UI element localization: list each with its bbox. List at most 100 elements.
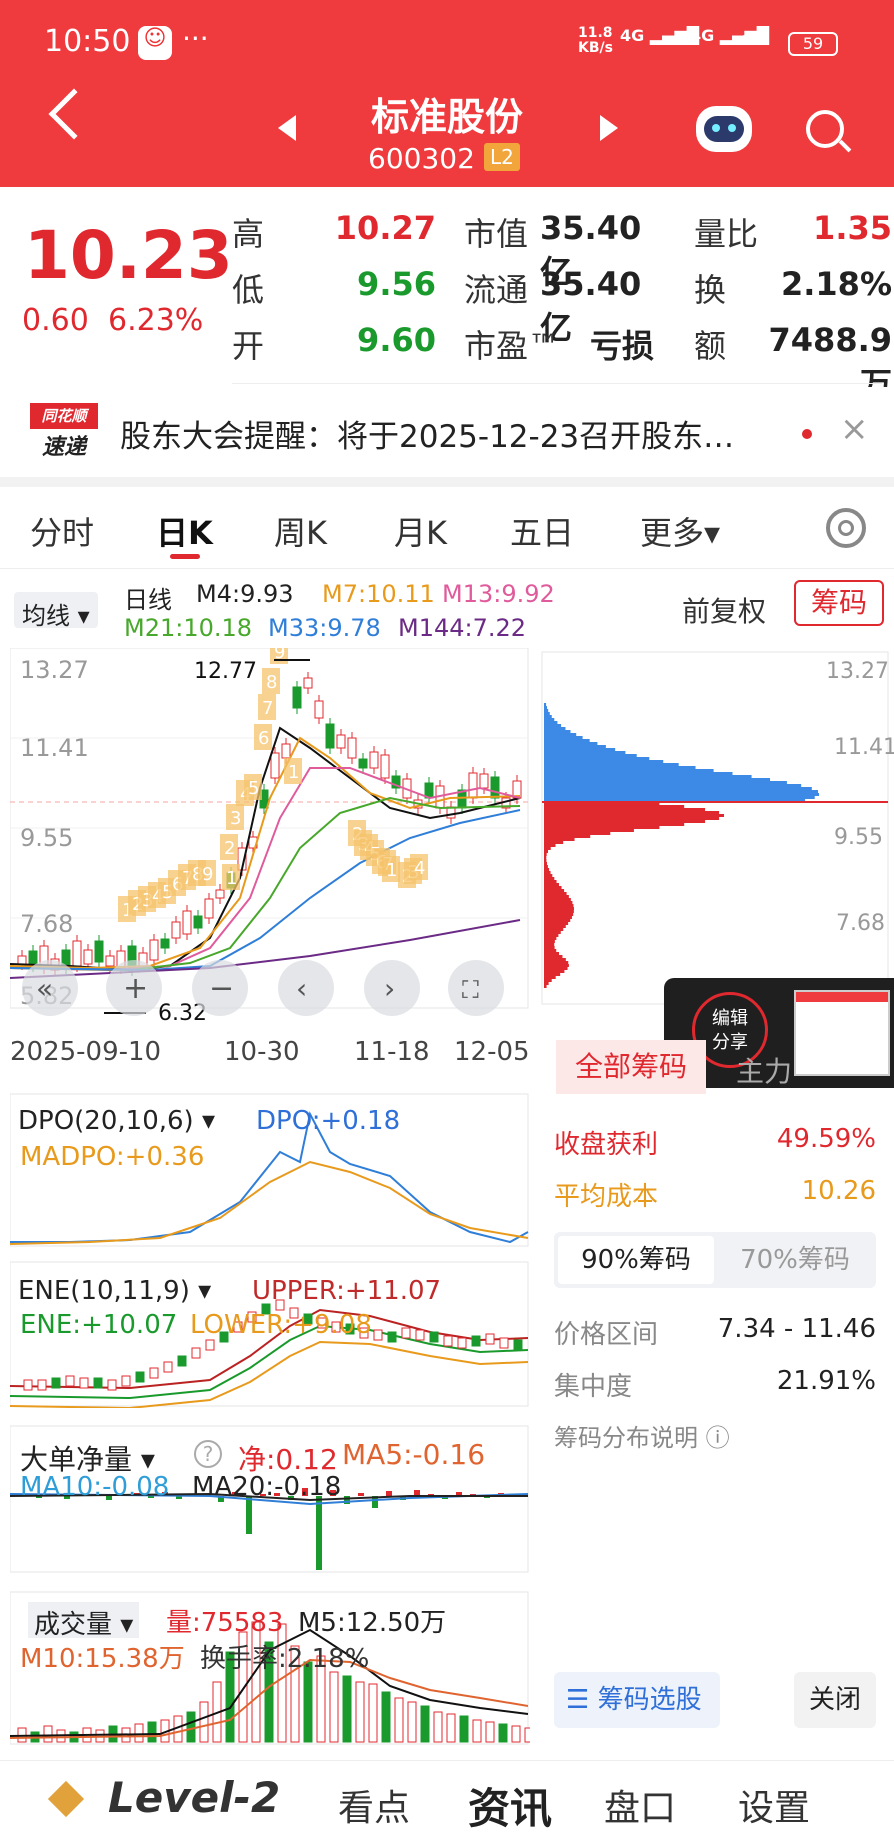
big-order-bar xyxy=(386,1491,392,1496)
chip-bar xyxy=(544,766,696,769)
status-dots: ··· xyxy=(182,22,209,55)
tab-main-force[interactable]: 主力 xyxy=(736,1050,792,1090)
back-arrow-icon[interactable] xyxy=(48,88,100,140)
kline-chart[interactable]: 12345678912345678912345671234 12.77 6.32… xyxy=(10,648,530,1068)
settings-icon[interactable] xyxy=(826,508,866,548)
td-count-label: 2 xyxy=(224,838,235,859)
chip-bar xyxy=(544,739,590,742)
ene-candle xyxy=(191,1347,201,1359)
ene-indicator-name[interactable]: ENE(10,11,9) ▾ xyxy=(18,1276,211,1306)
candle xyxy=(369,751,379,769)
next-stock-icon[interactable] xyxy=(600,115,618,141)
value-pe: 亏损 xyxy=(590,327,655,365)
volume-indicator-name[interactable]: 成交量 ▾ xyxy=(28,1602,140,1640)
nav-settings[interactable]: 设置 xyxy=(738,1779,810,1831)
tab-more[interactable]: 更多▾ xyxy=(640,508,720,554)
chip-bar xyxy=(544,796,815,799)
ene-candle xyxy=(415,1329,425,1341)
ene-candle xyxy=(23,1379,33,1391)
section-gap xyxy=(0,477,894,487)
ene-candle xyxy=(163,1361,173,1373)
td-count-label: 1 xyxy=(386,860,397,881)
tab-monthly-k[interactable]: 月K xyxy=(394,508,447,554)
chip-bar xyxy=(544,964,569,967)
ene-candle xyxy=(387,1331,397,1343)
legend-m7: M7:10.11 xyxy=(322,580,435,608)
help-icon[interactable]: ? xyxy=(194,1440,222,1468)
chip-bar xyxy=(544,874,553,877)
nav-pankou[interactable]: 盘口 xyxy=(604,1779,676,1831)
chip-select-button[interactable]: ☰ 筹码选股 xyxy=(554,1672,720,1728)
chip-bar xyxy=(544,922,569,925)
tab-90-chips[interactable]: 90%筹码 xyxy=(558,1236,714,1284)
chip-bar xyxy=(544,745,606,748)
tab-weekly-k[interactable]: 周K xyxy=(274,508,327,554)
volume-bar xyxy=(433,1711,443,1743)
ene-candle xyxy=(149,1367,159,1379)
chip-bar xyxy=(544,712,550,715)
turnover-label: 换手率:2.18% xyxy=(200,1644,370,1674)
candle xyxy=(281,743,291,759)
ene-mid: ENE:+10.07 xyxy=(20,1310,178,1340)
volume-bar xyxy=(394,1697,404,1743)
tab-daily-k[interactable]: 日K xyxy=(156,508,213,554)
ene-candle xyxy=(51,1377,61,1389)
nav-zixun[interactable]: 资讯 xyxy=(468,1775,552,1836)
chip-bar xyxy=(544,730,571,733)
chip-bar xyxy=(544,706,547,709)
chip-bar xyxy=(544,970,565,973)
volume-bar xyxy=(381,1691,391,1743)
fuquan-label[interactable]: 前复权 xyxy=(682,590,766,630)
tab-all-chips[interactable]: 全部筹码 xyxy=(556,1040,706,1094)
stock-name: 标准股份 xyxy=(370,95,523,139)
notice-bar[interactable]: 同花顺 速递 股东大会提醒：将于2025-12-23召开股东… × xyxy=(0,387,894,477)
signal-4g-1: 4G ▂▄▆█ xyxy=(620,26,700,45)
chip-bar xyxy=(544,871,551,874)
tab-70-chips[interactable]: 70%筹码 xyxy=(718,1236,872,1284)
value-vol-ratio: 1.35 xyxy=(813,209,892,247)
svg-text:−: − xyxy=(209,971,234,1006)
prev-stock-icon[interactable] xyxy=(278,115,296,141)
chip-bar xyxy=(544,772,733,775)
chip-bar xyxy=(544,805,685,808)
robot-assistant-icon[interactable] xyxy=(696,106,752,152)
ene-candle xyxy=(513,1339,523,1351)
chip-bar xyxy=(544,838,575,841)
legend-m33: M33:9.78 xyxy=(268,614,381,642)
close-chips-button[interactable]: 关闭 xyxy=(794,1672,876,1728)
chip-bar xyxy=(544,835,591,838)
tab-five-day[interactable]: 五日 xyxy=(510,508,574,554)
y-tick: 11.41 xyxy=(20,734,89,762)
concentration-label: 集中度 xyxy=(554,1372,633,1402)
chip-bar xyxy=(544,808,706,811)
label-amount: 额 xyxy=(694,327,727,365)
close-notice-icon[interactable]: × xyxy=(840,409,869,449)
chip-bar xyxy=(544,850,549,853)
chip-bar xyxy=(544,718,555,721)
avg-cost-value: 10.26 xyxy=(801,1176,876,1206)
chip-bar xyxy=(544,889,565,892)
chip-bar xyxy=(544,760,664,763)
chip-bar xyxy=(544,919,571,922)
chip-help-link[interactable]: 筹码分布说明 ⓘ xyxy=(554,1418,730,1453)
chouma-button[interactable]: 筹码 xyxy=(794,580,884,626)
volume-m10: M10:15.38万 xyxy=(20,1644,185,1674)
divider xyxy=(232,383,882,384)
dpo-indicator-name[interactable]: DPO(20,10,6) ▾ xyxy=(18,1106,215,1136)
ma-select[interactable]: 均线 ▾ xyxy=(14,592,98,630)
candle xyxy=(160,938,170,949)
nav-level2[interactable]: Level-2 xyxy=(108,1773,280,1822)
candle xyxy=(182,910,192,935)
chip-bar xyxy=(544,790,818,793)
legend-m21: M21:10.18 xyxy=(124,614,253,642)
td-count-label: 3 xyxy=(230,808,241,829)
legend-m4: M4:9.93 xyxy=(196,580,294,608)
nav-kandian[interactable]: 看点 xyxy=(338,1779,410,1831)
candle xyxy=(325,723,335,749)
chip-bar xyxy=(544,934,559,937)
chip-bar xyxy=(544,751,626,754)
chip-bar xyxy=(544,703,547,706)
tab-fenshi[interactable]: 分时 xyxy=(30,508,94,554)
ene-candle xyxy=(485,1333,495,1345)
label-pe: 市盈™ xyxy=(464,327,561,365)
